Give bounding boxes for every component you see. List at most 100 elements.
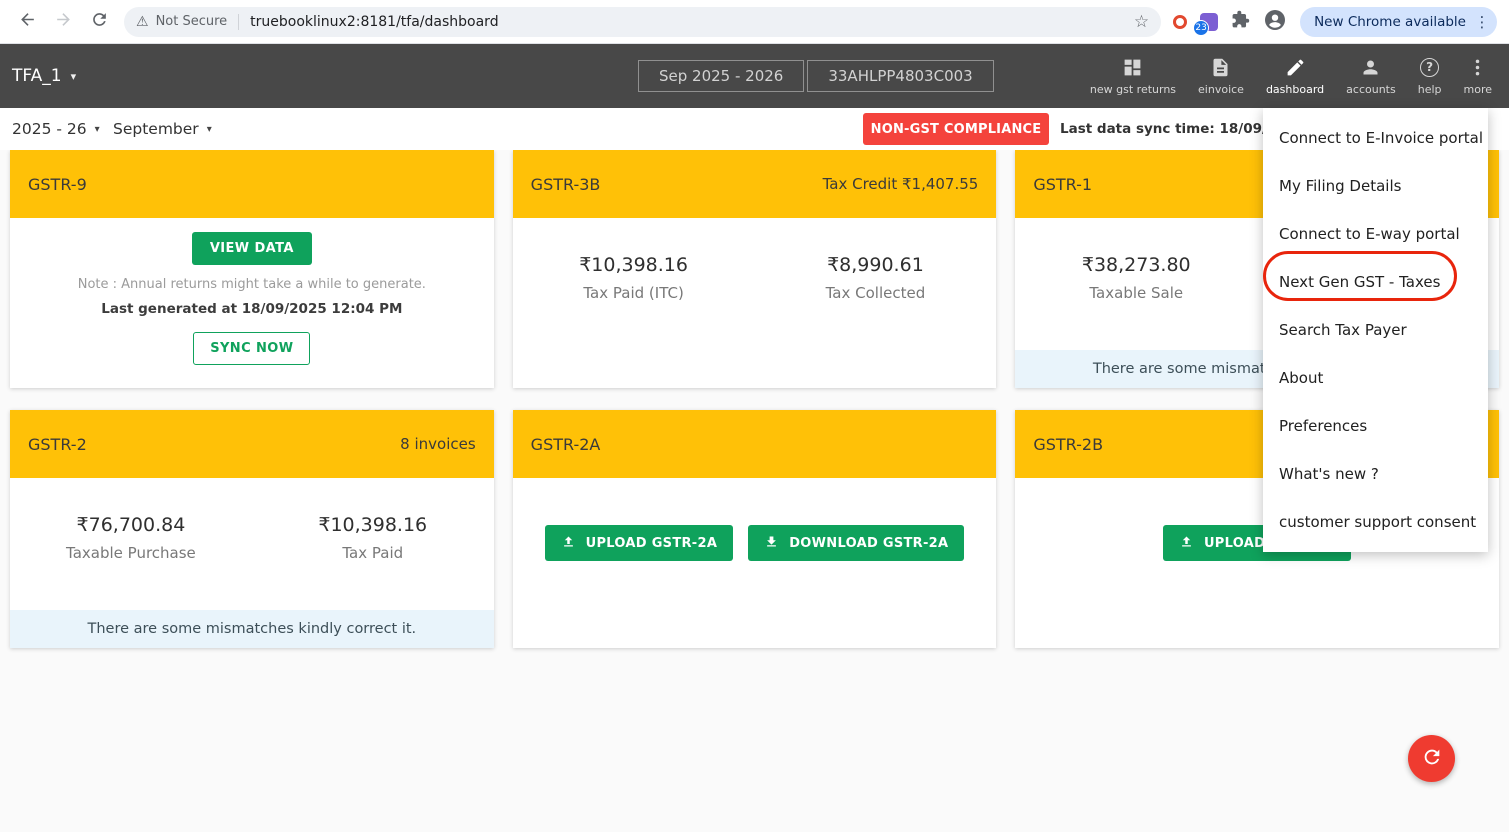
view-data-button[interactable]: VIEW DATA [192, 232, 312, 265]
year-selector[interactable]: 2025 - 26 ▾ [12, 120, 100, 138]
menu-item-about[interactable]: About [1263, 354, 1488, 402]
person-icon [1360, 56, 1381, 78]
card-gstr2a: GSTR-2A UPLOAD GSTR-2A DOWNLOAD GSTR-2A [513, 410, 997, 648]
app-nav: new gst returns einvoice dashboard accou… [1079, 44, 1503, 108]
metric-value: ₹76,700.84 [77, 514, 186, 536]
nav-label: accounts [1346, 83, 1396, 96]
back-icon [18, 10, 37, 33]
chevron-down-icon: ▾ [207, 124, 212, 135]
nav-more[interactable]: more [1453, 56, 1504, 96]
gstin-box: 33AHLPP4803C003 [807, 60, 993, 92]
sync-now-button[interactable]: SYNC NOW [193, 332, 310, 365]
nav-label: dashboard [1266, 83, 1324, 96]
menu-item-preferences[interactable]: Preferences [1263, 402, 1488, 450]
metric-label: Tax Paid [342, 544, 403, 562]
metric-value: ₹38,273.80 [1082, 254, 1191, 276]
upload-gstr2a-button[interactable]: UPLOAD GSTR-2A [545, 525, 734, 561]
year-value: 2025 - 26 [12, 120, 87, 138]
card-gstr2: GSTR-2 8 invoices ₹76,700.84 Taxable Pur… [10, 410, 494, 648]
menu-item-whats-new[interactable]: What's new ? [1263, 450, 1488, 498]
card-title: GSTR-2 [28, 435, 87, 454]
mismatch-note: There are some mismatches kindly correct… [10, 610, 494, 648]
card-title: GSTR-9 [28, 175, 87, 194]
month-selector[interactable]: September ▾ [113, 120, 212, 138]
card-gstr2-header: GSTR-2 8 invoices [10, 410, 494, 478]
more-dots-icon [1467, 56, 1488, 78]
warning-icon: ⚠ [136, 14, 149, 30]
nav-help[interactable]: ? help [1407, 56, 1453, 96]
metric-value: ₹8,990.61 [827, 254, 924, 276]
metric-label: Tax Paid (ITC) [583, 284, 683, 302]
question-icon: ? [1420, 56, 1439, 78]
browser-toolbar: ⚠ Not Secure truebooklinux2:8181/tfa/das… [0, 0, 1509, 44]
upload-icon [561, 534, 576, 553]
nav-label: new gst returns [1090, 83, 1176, 96]
grid-icon [1122, 56, 1143, 78]
menu-item-search-tax-payer[interactable]: Search Tax Payer [1263, 306, 1488, 354]
button-label: DOWNLOAD GSTR-2A [789, 536, 948, 551]
nav-label: einvoice [1198, 83, 1244, 96]
nav-accounts[interactable]: accounts [1335, 56, 1407, 96]
menu-item-next-gen-gst-taxes[interactable]: Next Gen GST - Taxes [1263, 258, 1488, 306]
extension-purple-icon[interactable]: 23 [1200, 13, 1218, 31]
card-gstr9-header: GSTR-9 [10, 150, 494, 218]
forward-icon [54, 10, 73, 33]
chevron-down-icon: ▾ [71, 70, 77, 83]
address-bar[interactable]: ⚠ Not Secure truebooklinux2:8181/tfa/das… [124, 7, 1161, 37]
more-menu: Connect to E-Invoice portal My Filing De… [1263, 108, 1488, 552]
refresh-icon [90, 10, 109, 33]
security-chip[interactable]: ⚠ Not Secure [136, 14, 227, 30]
screen: ⚠ Not Secure truebooklinux2:8181/tfa/das… [0, 0, 1509, 832]
profile-icon[interactable] [1263, 8, 1287, 36]
browser-menu-icon[interactable]: ⋮ [1473, 13, 1491, 31]
forward-button[interactable] [46, 5, 80, 39]
company-selector[interactable]: TFA_1 ▾ [12, 66, 76, 86]
card-gstr3b-header: GSTR-3B Tax Credit ₹1,407.55 [513, 150, 997, 218]
metric-tax-paid: ₹10,398.16 Tax Paid [252, 514, 494, 562]
chrome-update-button[interactable]: New Chrome available ⋮ [1300, 7, 1497, 37]
nav-label: help [1418, 83, 1442, 96]
card-gstr2a-header: GSTR-2A [513, 410, 997, 478]
metric-label: Taxable Sale [1089, 284, 1183, 302]
metric-tax-paid: ₹10,398.16 Tax Paid (ITC) [513, 254, 755, 302]
refresh-icon [1421, 746, 1443, 771]
card-gstr3b: GSTR-3B Tax Credit ₹1,407.55 ₹10,398.16 … [513, 150, 997, 388]
card-title: GSTR-1 [1033, 175, 1092, 194]
metric-label: Taxable Purchase [66, 544, 196, 562]
card-gstr9: GSTR-9 VIEW DATA Note : Annual returns m… [10, 150, 494, 388]
extension-red-icon[interactable] [1173, 15, 1187, 29]
period-box[interactable]: Sep 2025 - 2026 [638, 60, 804, 92]
nav-label: more [1464, 83, 1493, 96]
bookmark-star-icon[interactable]: ☆ [1134, 12, 1149, 32]
menu-item-customer-support-consent[interactable]: customer support consent [1263, 498, 1488, 546]
gst-info-boxes: Sep 2025 - 2026 33AHLPP4803C003 [638, 60, 994, 92]
card-title: GSTR-3B [531, 175, 601, 194]
chevron-down-icon: ▾ [95, 124, 100, 135]
invoices-badge: 8 invoices [400, 435, 476, 453]
back-button[interactable] [10, 5, 44, 39]
menu-item-my-filing-details[interactable]: My Filing Details [1263, 162, 1488, 210]
nav-einvoice[interactable]: einvoice [1187, 56, 1255, 96]
card-gstr2a-body: UPLOAD GSTR-2A DOWNLOAD GSTR-2A [513, 478, 997, 648]
card-gstr3b-body: ₹10,398.16 Tax Paid (ITC) ₹8,990.61 Tax … [513, 218, 997, 388]
menu-item-connect-einvoice-portal[interactable]: Connect to E-Invoice portal [1263, 114, 1488, 162]
card-gstr2-body: ₹76,700.84 Taxable Purchase ₹10,398.16 T… [10, 478, 494, 648]
app-header: TFA_1 ▾ Sep 2025 - 2026 33AHLPP4803C003 … [0, 44, 1509, 108]
menu-item-connect-eway-portal[interactable]: Connect to E-way portal [1263, 210, 1488, 258]
card-title: GSTR-2B [1033, 435, 1103, 454]
upload-icon [1179, 534, 1194, 553]
refresh-fab[interactable] [1408, 735, 1455, 782]
nav-dashboard[interactable]: dashboard [1255, 56, 1335, 96]
extensions-puzzle-icon[interactable] [1231, 10, 1250, 33]
nav-new-gst-returns[interactable]: new gst returns [1079, 56, 1187, 96]
download-gstr2a-button[interactable]: DOWNLOAD GSTR-2A [748, 525, 964, 561]
metric-label: Tax Collected [826, 284, 926, 302]
security-label: Not Secure [156, 14, 228, 29]
refresh-button[interactable] [82, 5, 116, 39]
document-icon [1210, 56, 1231, 78]
non-gst-compliance-button[interactable]: NON-GST COMPLIANCE [863, 113, 1049, 145]
url-text[interactable]: truebooklinux2:8181/tfa/dashboard [250, 14, 1126, 30]
card-gstr9-body: VIEW DATA Note : Annual returns might ta… [10, 218, 494, 388]
metric-value: ₹10,398.16 [579, 254, 688, 276]
metric-value: ₹10,398.16 [318, 514, 427, 536]
